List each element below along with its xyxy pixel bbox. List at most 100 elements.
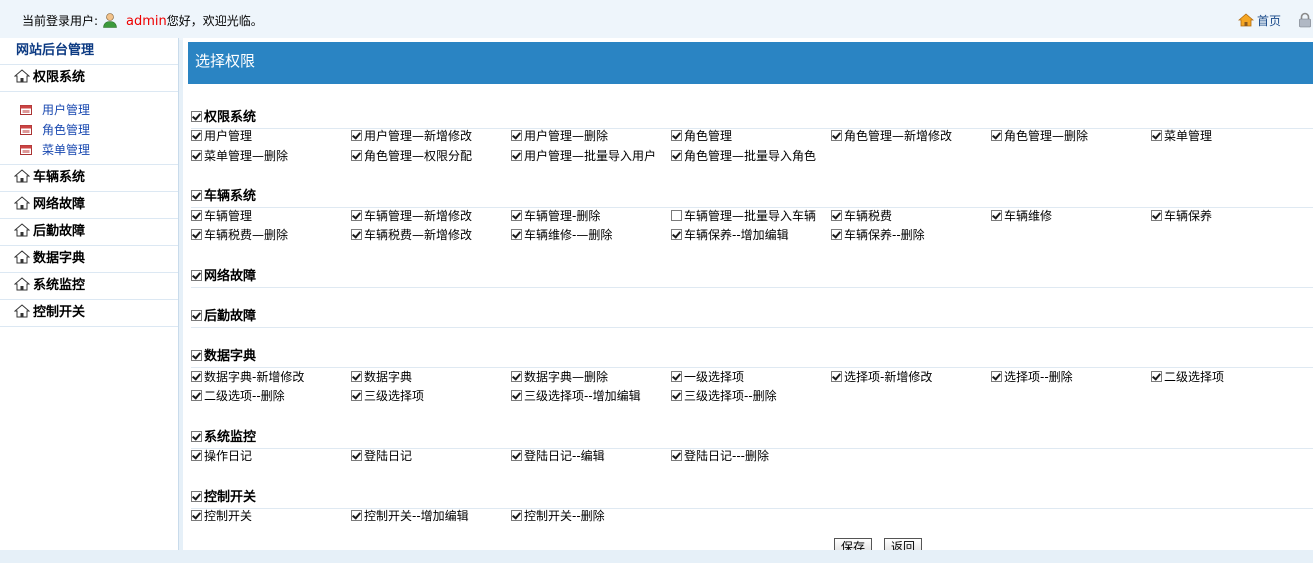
- permission-item[interactable]: 角色管理—新增修改: [831, 128, 952, 144]
- section-checkbox[interactable]: [191, 431, 202, 442]
- permission-item[interactable]: 控制开关: [191, 508, 252, 524]
- permission-item[interactable]: 车辆保养: [1151, 208, 1212, 224]
- permission-checkbox[interactable]: [511, 450, 522, 461]
- permission-item[interactable]: 菜单管理—删除: [191, 148, 288, 164]
- permission-checkbox[interactable]: [351, 130, 362, 141]
- permission-checkbox[interactable]: [831, 371, 842, 382]
- permission-item[interactable]: 角色管理—删除: [991, 128, 1088, 144]
- permission-checkbox[interactable]: [991, 210, 1002, 221]
- permission-checkbox[interactable]: [1151, 371, 1162, 382]
- permission-item[interactable]: 用户管理—删除: [511, 128, 608, 144]
- permission-item[interactable]: 车辆维修: [991, 208, 1052, 224]
- permission-checkbox[interactable]: [511, 150, 522, 161]
- permission-item[interactable]: 车辆管理: [191, 208, 252, 224]
- sidebar-group-dictionary[interactable]: 数据字典: [0, 246, 178, 273]
- permission-checkbox[interactable]: [191, 450, 202, 461]
- permission-item[interactable]: 三级选择项--增加编辑: [511, 388, 641, 404]
- permission-checkbox[interactable]: [511, 510, 522, 521]
- permission-item[interactable]: 车辆保养--删除: [831, 227, 925, 243]
- permission-checkbox[interactable]: [1151, 210, 1162, 221]
- permission-item[interactable]: 用户管理—批量导入用户: [511, 148, 656, 164]
- permission-item[interactable]: 车辆管理—新增修改: [351, 208, 472, 224]
- permission-item[interactable]: 菜单管理: [1151, 128, 1212, 144]
- permission-checkbox[interactable]: [511, 390, 522, 401]
- permission-checkbox[interactable]: [351, 210, 362, 221]
- permission-checkbox[interactable]: [671, 150, 682, 161]
- permission-checkbox[interactable]: [511, 229, 522, 240]
- permission-checkbox[interactable]: [191, 210, 202, 221]
- permission-item[interactable]: 车辆管理-删除: [511, 208, 600, 224]
- permission-item[interactable]: 二级选择项: [1151, 369, 1224, 385]
- sidebar-item-user-management[interactable]: 用户管理: [0, 100, 178, 120]
- permission-checkbox[interactable]: [671, 229, 682, 240]
- permission-checkbox[interactable]: [191, 150, 202, 161]
- permission-item[interactable]: 车辆维修-—删除: [511, 227, 612, 243]
- permission-checkbox[interactable]: [351, 390, 362, 401]
- permission-checkbox[interactable]: [1151, 130, 1162, 141]
- permission-checkbox[interactable]: [351, 229, 362, 240]
- permission-item[interactable]: 登陆日记--编辑: [511, 448, 605, 464]
- permission-checkbox[interactable]: [991, 371, 1002, 382]
- permission-item[interactable]: 选择项--删除: [991, 369, 1073, 385]
- lock-icon[interactable]: [1298, 12, 1312, 28]
- permission-item[interactable]: 三级选择项: [351, 388, 424, 404]
- permission-checkbox[interactable]: [511, 371, 522, 382]
- permission-item[interactable]: 操作日记: [191, 448, 252, 464]
- permission-item[interactable]: 角色管理—批量导入角色: [671, 148, 816, 164]
- section-title[interactable]: 后勤故障: [191, 305, 256, 324]
- permission-checkbox[interactable]: [671, 210, 682, 221]
- section-checkbox[interactable]: [191, 310, 202, 321]
- permission-checkbox[interactable]: [191, 390, 202, 401]
- permission-checkbox[interactable]: [671, 371, 682, 382]
- permission-checkbox[interactable]: [191, 510, 202, 521]
- permission-checkbox[interactable]: [191, 371, 202, 382]
- section-title[interactable]: 控制开关: [191, 486, 256, 505]
- permission-item[interactable]: 一级选择项: [671, 369, 744, 385]
- permission-item[interactable]: 车辆保养--增加编辑: [671, 227, 789, 243]
- section-checkbox[interactable]: [191, 111, 202, 122]
- section-checkbox[interactable]: [191, 350, 202, 361]
- permission-checkbox[interactable]: [671, 390, 682, 401]
- permission-item[interactable]: 二级选项--删除: [191, 388, 285, 404]
- section-title[interactable]: 权限系统: [191, 106, 256, 125]
- sidebar-group-switch[interactable]: 控制开关: [0, 300, 178, 327]
- sidebar-group-permission[interactable]: 权限系统: [0, 65, 178, 92]
- section-checkbox[interactable]: [191, 270, 202, 281]
- permission-checkbox[interactable]: [991, 130, 1002, 141]
- section-title[interactable]: 网络故障: [191, 265, 256, 284]
- sidebar-item-menu-management[interactable]: 菜单管理: [0, 140, 178, 160]
- permission-item[interactable]: 用户管理: [191, 128, 252, 144]
- permission-item[interactable]: 控制开关--删除: [511, 508, 605, 524]
- sidebar-group-network[interactable]: 网络故障: [0, 192, 178, 219]
- permission-item[interactable]: 三级选择项--删除: [671, 388, 777, 404]
- permission-item[interactable]: 数据字典—删除: [511, 369, 608, 385]
- permission-item[interactable]: 车辆税费—新增修改: [351, 227, 472, 243]
- permission-checkbox[interactable]: [511, 210, 522, 221]
- permission-item[interactable]: 登陆日记: [351, 448, 412, 464]
- permission-item[interactable]: 数据字典-新增修改: [191, 369, 304, 385]
- permission-item[interactable]: 车辆税费—删除: [191, 227, 288, 243]
- permission-checkbox[interactable]: [831, 229, 842, 240]
- permission-checkbox[interactable]: [511, 130, 522, 141]
- sidebar-group-monitor[interactable]: 系统监控: [0, 273, 178, 300]
- permission-item[interactable]: 车辆税费: [831, 208, 892, 224]
- section-title[interactable]: 车辆系统: [191, 185, 256, 204]
- section-title[interactable]: 数据字典: [191, 345, 256, 364]
- permission-checkbox[interactable]: [831, 210, 842, 221]
- permission-item[interactable]: 数据字典: [351, 369, 412, 385]
- section-checkbox[interactable]: [191, 190, 202, 201]
- permission-checkbox[interactable]: [351, 510, 362, 521]
- sidebar-group-logistics[interactable]: 后勤故障: [0, 219, 178, 246]
- permission-checkbox[interactable]: [351, 371, 362, 382]
- permission-item[interactable]: 登陆日记---删除: [671, 448, 769, 464]
- permission-checkbox[interactable]: [671, 450, 682, 461]
- permission-checkbox[interactable]: [671, 130, 682, 141]
- permission-checkbox[interactable]: [831, 130, 842, 141]
- sidebar-group-vehicle[interactable]: 车辆系统: [0, 165, 178, 192]
- section-checkbox[interactable]: [191, 491, 202, 502]
- permission-item[interactable]: 控制开关--增加编辑: [351, 508, 469, 524]
- section-title[interactable]: 系统监控: [191, 426, 256, 445]
- sidebar-item-role-management[interactable]: 角色管理: [0, 120, 178, 140]
- permission-item[interactable]: 角色管理—权限分配: [351, 148, 472, 164]
- permission-item[interactable]: 角色管理: [671, 128, 732, 144]
